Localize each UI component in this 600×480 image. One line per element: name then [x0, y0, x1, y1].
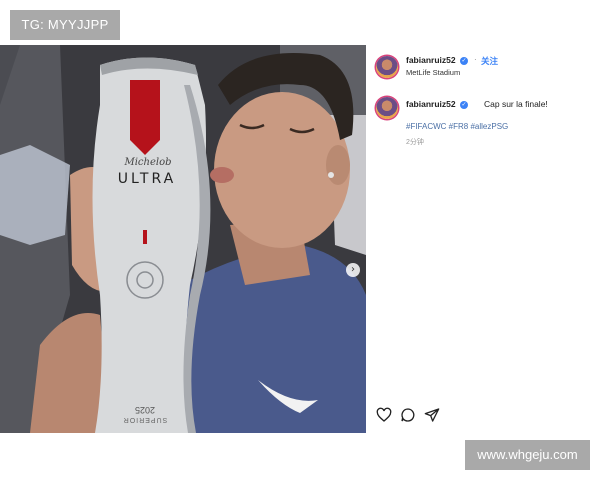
- post-sidebar: fabianruiz52 ✓ · 关注 MetLife Stadium fabi…: [366, 45, 600, 433]
- header-username-text[interactable]: fabianruiz52: [406, 55, 456, 65]
- hashtags[interactable]: #FIFACWC #FR8 #allezPSG: [406, 122, 508, 131]
- avatar[interactable]: [376, 56, 398, 78]
- verified-badge-icon: ✓: [459, 101, 468, 109]
- caption-username[interactable]: fabianruiz52 ✓: [406, 99, 468, 109]
- page: TG: MYYJJPP Michelob ULTRA 2025 SUPERIOR…: [0, 0, 600, 480]
- header-separator: ·: [474, 55, 477, 64]
- location-link[interactable]: MetLife Stadium: [406, 68, 460, 77]
- post-photo-illustration: [0, 45, 366, 433]
- timestamp: 2分钟: [406, 139, 424, 146]
- verified-badge-icon: ✓: [459, 57, 468, 65]
- follow-button[interactable]: 关注: [481, 55, 498, 67]
- caption-text: Cap sur la finale!: [484, 99, 548, 109]
- instagram-post: Michelob ULTRA 2025 SUPERIOR › fabianrui…: [0, 45, 600, 433]
- can-label: ULTRA: [117, 171, 177, 187]
- carousel-next-icon[interactable]: ›: [346, 263, 360, 277]
- watermark-top: TG: MYYJJPP: [10, 10, 120, 40]
- trophy-year: 2025: [134, 405, 156, 415]
- header-username[interactable]: fabianruiz52 ✓: [406, 55, 468, 65]
- watermark-bottom: www.whgeju.com: [465, 440, 590, 470]
- comment-icon[interactable]: [400, 407, 416, 423]
- heart-icon[interactable]: [376, 407, 392, 423]
- share-icon[interactable]: [424, 407, 440, 423]
- trophy-text: SUPERIOR: [122, 416, 168, 423]
- can-label-script: Michelob: [124, 157, 172, 168]
- caption-username-text[interactable]: fabianruiz52: [406, 99, 456, 109]
- caption-avatar[interactable]: [376, 97, 398, 119]
- post-photo[interactable]: Michelob ULTRA 2025 SUPERIOR ›: [0, 45, 366, 433]
